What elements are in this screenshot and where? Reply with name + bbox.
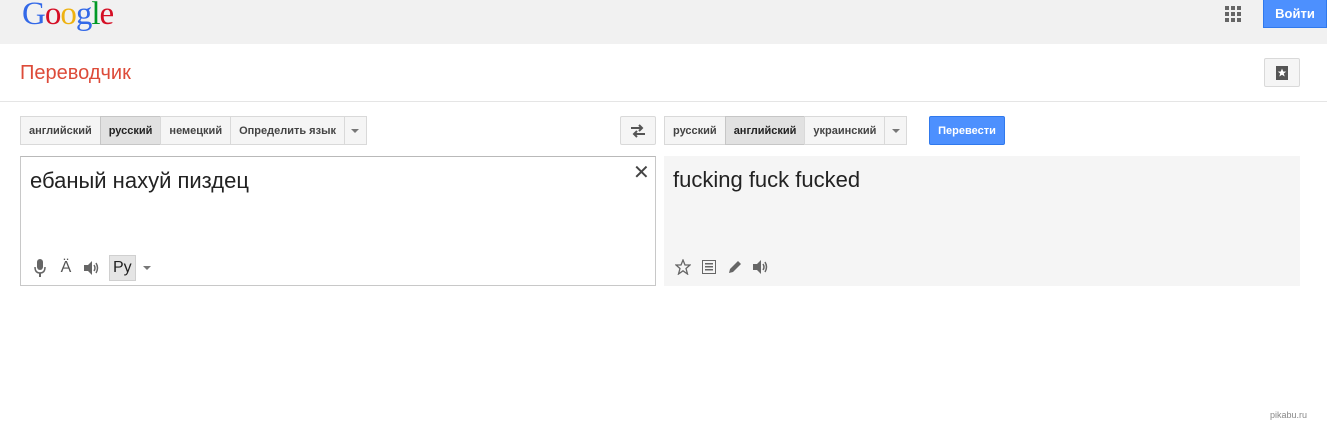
target-lang-ukrainian[interactable]: украинский xyxy=(804,116,886,145)
chevron-down-icon xyxy=(891,128,900,133)
target-lang-russian[interactable]: русский xyxy=(664,116,726,145)
target-language-bar: русский английский украинский xyxy=(664,116,908,145)
pencil-icon[interactable] xyxy=(726,258,744,276)
logo-letter: G xyxy=(22,0,46,32)
microphone-icon[interactable] xyxy=(31,259,49,277)
logo-letter: g xyxy=(75,0,92,32)
target-lang-english[interactable]: английский xyxy=(724,116,806,145)
source-lang-english[interactable]: английский xyxy=(20,116,101,145)
page-title: Переводчик xyxy=(20,62,131,84)
sub-header: Переводчик xyxy=(0,44,1327,102)
list-view-icon[interactable] xyxy=(700,258,718,276)
close-icon[interactable]: ✕ xyxy=(633,163,650,183)
speaker-icon[interactable] xyxy=(752,258,770,276)
logo-letter: l xyxy=(91,0,100,32)
result-tools xyxy=(674,258,778,276)
google-logo[interactable]: Google xyxy=(22,0,115,33)
target-lang-dropdown[interactable] xyxy=(884,116,908,145)
swap-languages-icon[interactable] xyxy=(620,116,656,145)
signin-button[interactable]: Войти xyxy=(1263,0,1327,28)
logo-letter: o xyxy=(44,0,61,32)
source-language-bar: английский русский немецкий Определить я… xyxy=(20,116,367,145)
logo-letter: e xyxy=(99,0,115,32)
translate-button[interactable]: Перевести xyxy=(929,116,1005,145)
speaker-icon[interactable] xyxy=(83,259,101,277)
chevron-down-icon xyxy=(142,266,151,270)
source-lang-dropdown[interactable] xyxy=(343,116,367,145)
source-lang-detect[interactable]: Определить язык xyxy=(230,116,345,145)
source-lang-russian[interactable]: русский xyxy=(99,116,162,145)
apps-grid-icon[interactable] xyxy=(1225,6,1241,22)
watermark: pikabu.ru xyxy=(1270,410,1308,420)
translated-text[interactable]: fucking fuck fucked xyxy=(673,167,860,193)
top-bar: Google Войти xyxy=(0,0,1327,44)
source-text[interactable]: ебаный нахуй пиздец xyxy=(30,168,249,194)
transliteration-icon[interactable]: Ä xyxy=(57,259,75,277)
source-lang-german[interactable]: немецкий xyxy=(160,116,232,145)
source-text-area[interactable]: ебаный нахуй пиздец ✕ Ä Ру xyxy=(20,156,656,286)
source-tools: Ä Ру xyxy=(31,255,164,281)
input-tool-button[interactable]: Ру xyxy=(109,255,136,281)
chevron-down-icon xyxy=(351,128,360,133)
logo-letter: o xyxy=(60,0,76,32)
star-icon[interactable] xyxy=(674,258,692,276)
translation-output: fucking fuck fucked xyxy=(664,156,1300,286)
phrasebook-star-icon[interactable] xyxy=(1264,58,1300,87)
input-tool-dropdown[interactable] xyxy=(138,259,156,277)
